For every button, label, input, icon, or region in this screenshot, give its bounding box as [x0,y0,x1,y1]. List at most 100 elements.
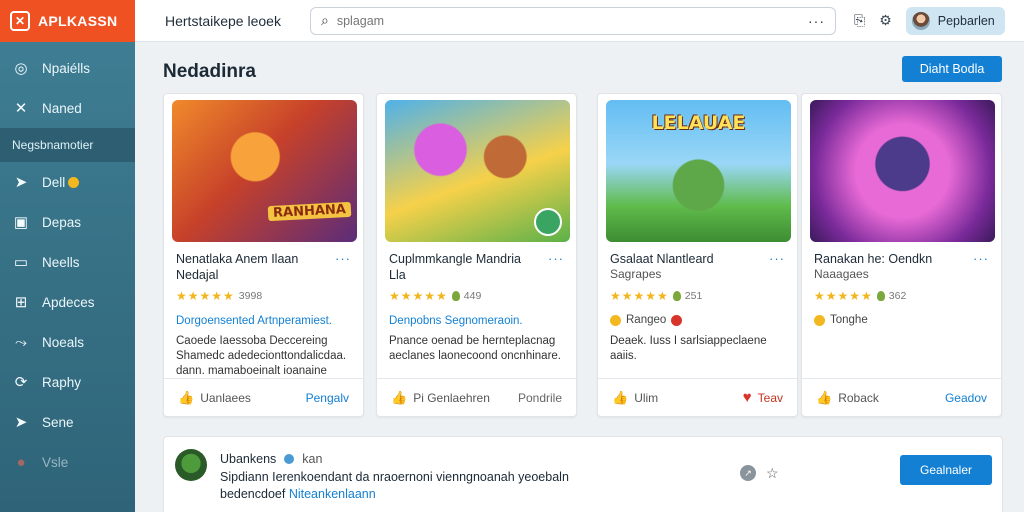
thumbs-up-icon: 👍 [178,389,195,405]
sidebar-item-label: Depas [42,214,82,230]
record-icon [671,314,683,326]
star-rating-icon: ★★★★★ [389,289,448,303]
sidebar-item-npaiells[interactable]: ◎ Npaiélls [0,48,135,88]
card-grid: RANHANA Nenatlaka Anem Ilaan Nedajal ···… [163,93,1003,417]
game-thumbnail[interactable] [385,100,570,242]
more-menu-icon[interactable]: ··· [548,251,564,266]
card-description: Pnance oenad be hernteplacnag aeclanes l… [389,335,561,362]
sidebar-item-noeals[interactable]: ⤳ Noeals [0,322,135,362]
coin-icon [814,314,825,326]
sidebar-item-label: Npaiélls [42,60,91,76]
brand-name: APLKASSN [38,13,118,29]
x-logo-icon: ✕ [10,11,30,31]
card-tagline[interactable]: Denpobns Segnomeraoin. [389,315,523,327]
post-time: kan [302,452,323,466]
rating: ★★★★★ 251 [610,289,702,303]
window-title: Hertstaikepe leoek [165,12,281,29]
sidebar-item-raphy[interactable]: ⟳ Raphy [0,362,135,402]
sidebar-item-label: Apdeces [42,294,95,310]
gear-icon[interactable]: ⚙ [879,12,892,29]
link-icon: ⤳ [14,333,27,351]
brand-header[interactable]: ✕ APLKASSN [0,0,135,42]
avatar [911,11,930,30]
rating-count: 449 [463,290,482,302]
top-icons: ⎘ ⚙ [854,12,892,29]
leaf-icon [451,291,460,301]
star-icon[interactable]: ☆ [766,465,779,482]
game-thumbnail[interactable]: LELAUAE [606,100,791,242]
thumbnail-banner: LELAUAE [651,112,746,134]
post-action-button[interactable]: Gealnaler [900,455,992,485]
search-box[interactable]: ⌕ ··· [310,6,836,35]
card-footer: 👍 Pi Genlaehren Pondrile [377,378,576,416]
close-icon: ✕ [14,100,28,117]
more-menu-icon[interactable]: ··· [769,251,785,266]
sidebar-item-sene[interactable]: ➤ Sene [0,402,135,442]
rating: ★★★★★ 449 [389,289,481,303]
post-author: Ubankens kan [220,452,322,466]
card-title: Cuplmmkangle Mandria Lla [389,252,522,282]
sidebar-item-label: Dell [42,175,80,190]
search-input[interactable] [336,13,800,28]
rating: ★★★★★ 362 [814,289,906,303]
sidebar-item-naned[interactable]: ✕ Naned [0,88,135,128]
like-button[interactable]: 👍 Roback [816,390,879,406]
game-thumbnail[interactable] [810,100,995,242]
card-subtitle: Sagrapes [610,267,662,281]
game-card[interactable]: LELAUAE Gsalaat Nlantleard ··· Sagrapes … [597,93,798,417]
avatar[interactable] [175,449,207,481]
game-thumbnail[interactable]: RANHANA [172,100,357,242]
verified-icon [284,454,295,464]
sidebar-item-vsle[interactable]: ● Vsle [0,442,135,482]
more-options-icon[interactable]: ··· [808,13,825,29]
bookmark-icon[interactable]: ⎘ [854,12,865,29]
like-button[interactable]: 👍 Uanlaees [178,390,251,406]
play-badge-icon [534,208,562,236]
card-title: Gsalaat Nlantleard [610,252,714,266]
sidebar-item-neells[interactable]: ▭ Neells [0,242,135,282]
post-link[interactable]: Niteankenlaann [289,487,376,501]
card-meta: Tonghe [814,314,868,326]
sidebar-item-label: Raphy [42,374,82,390]
more-menu-icon[interactable]: ··· [973,251,989,266]
card-meta: Rangeo [610,314,683,326]
card-action-link[interactable]: ♥ Teav [743,389,783,406]
thumbs-up-icon: 👍 [612,389,629,405]
card-action-link[interactable]: Pondrile [518,391,562,405]
page-title: Nedadinra [163,61,256,82]
card-action-link[interactable]: Geadov [945,391,987,405]
send-icon: ➤ [14,414,28,431]
sidebar-section-label: Negsbnamotier [12,138,94,152]
game-card[interactable]: Cuplmmkangle Mandria Lla ··· ★★★★★ 449 D… [376,93,577,417]
rating: ★★★★★ 3998 [176,289,262,303]
like-button[interactable]: 👍 Pi Genlaehren [391,390,490,406]
share-icon[interactable]: ↗ [740,465,756,481]
leaf-icon [672,291,681,301]
post-actions: ↗ ☆ [740,465,779,482]
card-footer: 👍 Ulim ♥ Teav [598,378,797,416]
primary-action-button[interactable]: Diaht Bodla [902,56,1002,82]
sidebar-item-apdeces[interactable]: ⊞ Apdeces [0,282,135,322]
game-card[interactable]: Ranakan he: Oendkn ··· Naaagaes ★★★★★ 36… [801,93,1002,417]
sidebar-item-label: Noeals [42,334,85,350]
card-tagline[interactable]: Dorgoensented Artnperamiest. [176,315,332,327]
profile-name: Pepbarlen [937,13,995,28]
sidebar-item-depas[interactable]: ▣ Depas [0,202,135,242]
card-description: Caoede Iaessoba Deccereing Shamedc adede… [176,335,347,377]
image-icon: ▣ [13,214,29,231]
search-icon: ⌕ [321,12,329,28]
sidebar-item-dell[interactable]: ➤ Dell [0,162,135,202]
more-menu-icon[interactable]: ··· [335,251,351,266]
star-rating-icon: ★★★★★ [610,289,669,303]
game-card[interactable]: RANHANA Nenatlaka Anem Ilaan Nedajal ···… [163,93,364,417]
author-name[interactable]: Ubankens [220,452,276,466]
like-button[interactable]: 👍 Ulim [612,390,658,406]
sidebar: ✕ APLKASSN ◎ Npaiélls ✕ Naned Negsbnamot… [0,0,135,512]
rating-count: 3998 [238,290,263,302]
top-bar: Hertstaikepe leoek ⌕ ··· ⎘ ⚙ Pepbarlen [135,0,1024,42]
thumbs-up-icon: 👍 [816,389,833,405]
sidebar-item-label: Vsle [42,454,69,470]
profile-button[interactable]: Pepbarlen [905,6,1005,35]
card-action-link[interactable]: Pengalv [306,391,349,405]
thumbnail-banner: RANHANA [267,201,352,222]
